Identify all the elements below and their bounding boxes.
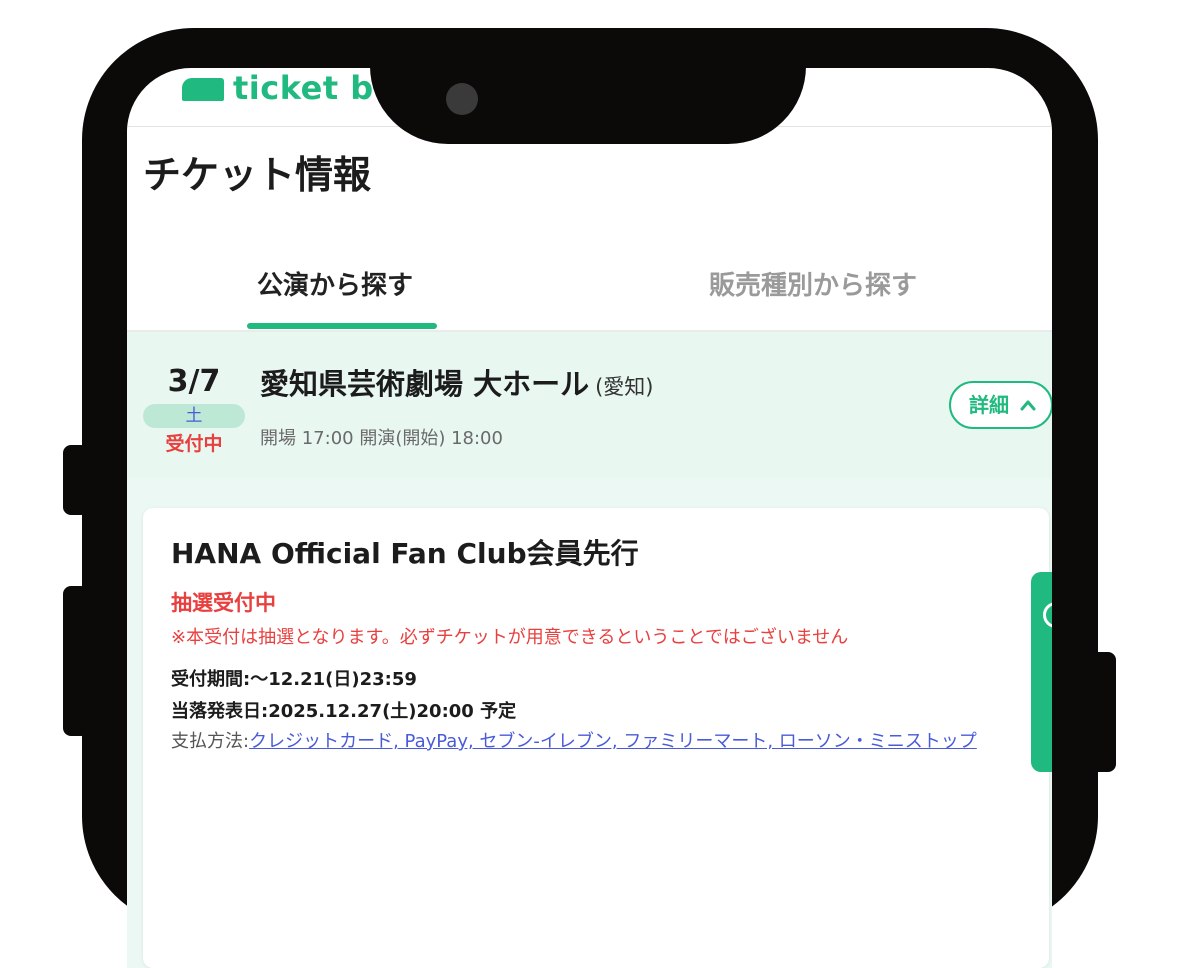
chevron-up-icon (1020, 400, 1036, 410)
sale-note: ※本受付は抽選となります。必ずチケットが用意できるということではございません (171, 627, 849, 648)
venue-line: 愛知県芸術劇場 大ホール (愛知) (260, 364, 654, 409)
event-weekday-badge: 土 (143, 404, 245, 428)
event-date: 3/7 (167, 364, 221, 399)
sale-period: 受付期間:〜12.21(日)23:59 (171, 669, 417, 690)
phone-notch (370, 40, 806, 144)
sale-status: 抽選受付中 (171, 591, 276, 615)
payment-label: 支払方法: (171, 731, 250, 752)
floating-action-tab[interactable] (1031, 572, 1052, 772)
tab-search-by-sales-type[interactable]: 販売種別から探す (709, 268, 917, 304)
tab-search-by-performance[interactable]: 公演から探す (257, 268, 413, 304)
floating-action-icon (1043, 602, 1052, 628)
details-toggle-button[interactable]: 詳細 (949, 381, 1052, 429)
venue-prefecture: (愛知) (595, 375, 654, 399)
payment-methods-link[interactable]: クレジットカード, PayPay, セブン-イレブン, ファミリーマート, ロー… (249, 731, 977, 752)
details-button-label: 詳細 (969, 393, 1009, 417)
page-title: チケット情報 (143, 153, 372, 197)
sale-announcement-date: 当落発表日:2025.12.27(土)20:00 予定 (171, 701, 517, 722)
venue-name: 愛知県芸術劇場 大ホール (260, 367, 590, 401)
camera-icon (446, 83, 478, 115)
payment-methods-line: 支払方法:クレジットカード, PayPay, セブン-イレブン, ファミリーマー… (171, 728, 977, 756)
phone-screen: ticket board チケット情報 公演から探す 販売種別から探す 3/7 … (127, 68, 1052, 968)
active-tab-indicator (247, 323, 437, 329)
sale-title: HANA Official Fan Club会員先行 (171, 537, 639, 570)
event-times: 開場 17:00 開演(開始) 18:00 (260, 428, 503, 449)
event-status: 受付中 (165, 433, 223, 455)
logo-mark-icon (182, 78, 224, 101)
